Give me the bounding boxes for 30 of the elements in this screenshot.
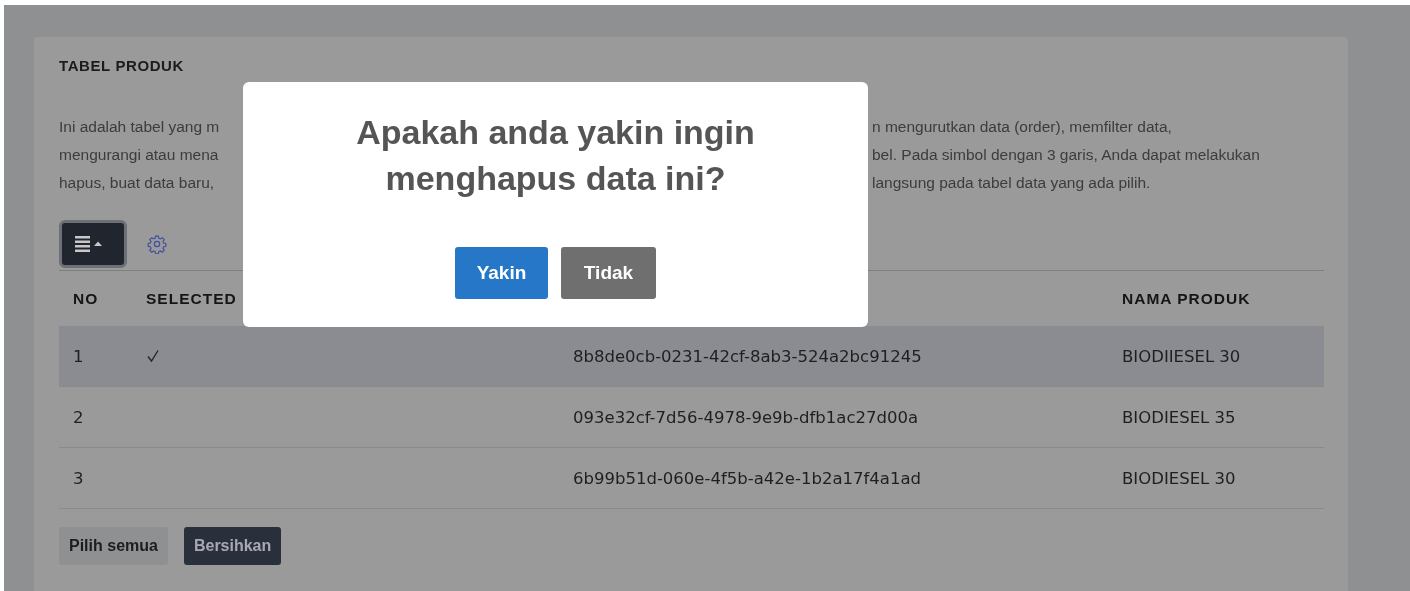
description-text: bel. Pada simbol dengan 3 garis, Anda dapat melakukan — [872, 145, 1261, 165]
column-header: NAMA PRODUK — [1121, 289, 1252, 308]
table-cell-text: 093e32cf-7d56-4978-9e9b-dfb1ac27d00a — [572, 407, 920, 427]
card-title: TABEL PRODUK — [59, 57, 185, 76]
clear-button[interactable]: Bersihkan — [183, 527, 282, 565]
confirm-button[interactable]: Yakin — [455, 247, 548, 299]
description-text: hapus, buat data baru, — [59, 173, 215, 193]
table-cell-text: BIODIESEL 30 — [1121, 468, 1237, 488]
table-row[interactable]: 1 8b8de0cb-0231-42cf-8ab3-524a2bc91245 BIODIIESEL 30 — [59, 326, 1324, 387]
column-header: SELECTED — [145, 289, 238, 308]
description-text: mengurangi atau mena — [59, 145, 219, 165]
table-cell-text: 3 — [72, 468, 85, 488]
table-cell-text: 8b8de0cb-0231-42cf-8ab3-524a2bc91245 — [572, 346, 923, 366]
cancel-button[interactable]: Tidak — [561, 247, 656, 299]
table-cell-text: 6b99b51d-060e-4f5b-a42e-1b2a17f4a1ad — [572, 468, 922, 488]
menu-dropdown-button[interactable] — [59, 220, 127, 268]
table-cell-text: BIODIESEL 35 — [1121, 407, 1237, 427]
table-row[interactable]: 2 093e32cf-7d56-4978-9e9b-dfb1ac27d00a BIODIESEL 35 — [59, 387, 1324, 448]
check-icon — [146, 349, 160, 363]
table-cell-text: BIODIIESEL 30 — [1121, 346, 1242, 366]
column-header: NO — [72, 289, 100, 308]
description-text: n mengurutkan data (order), memfilter data, — [872, 117, 1173, 137]
select-all-button[interactable]: Pilih semua — [59, 527, 168, 565]
description-text: langsung pada tabel data yang ada pilih. — [872, 173, 1152, 193]
settings-icon[interactable] — [147, 234, 167, 254]
table-cell-text: 2 — [72, 407, 85, 427]
description-text: Ini adalah tabel yang m — [59, 117, 220, 137]
table-row[interactable]: 3 6b99b51d-060e-4f5b-a42e-1b2a17f4a1ad BIODIESEL 30 — [59, 448, 1324, 509]
table-cell-text: 1 — [72, 346, 85, 366]
dialog-message: Apakah anda yakin ingin menghapus data ini? — [355, 112, 756, 199]
